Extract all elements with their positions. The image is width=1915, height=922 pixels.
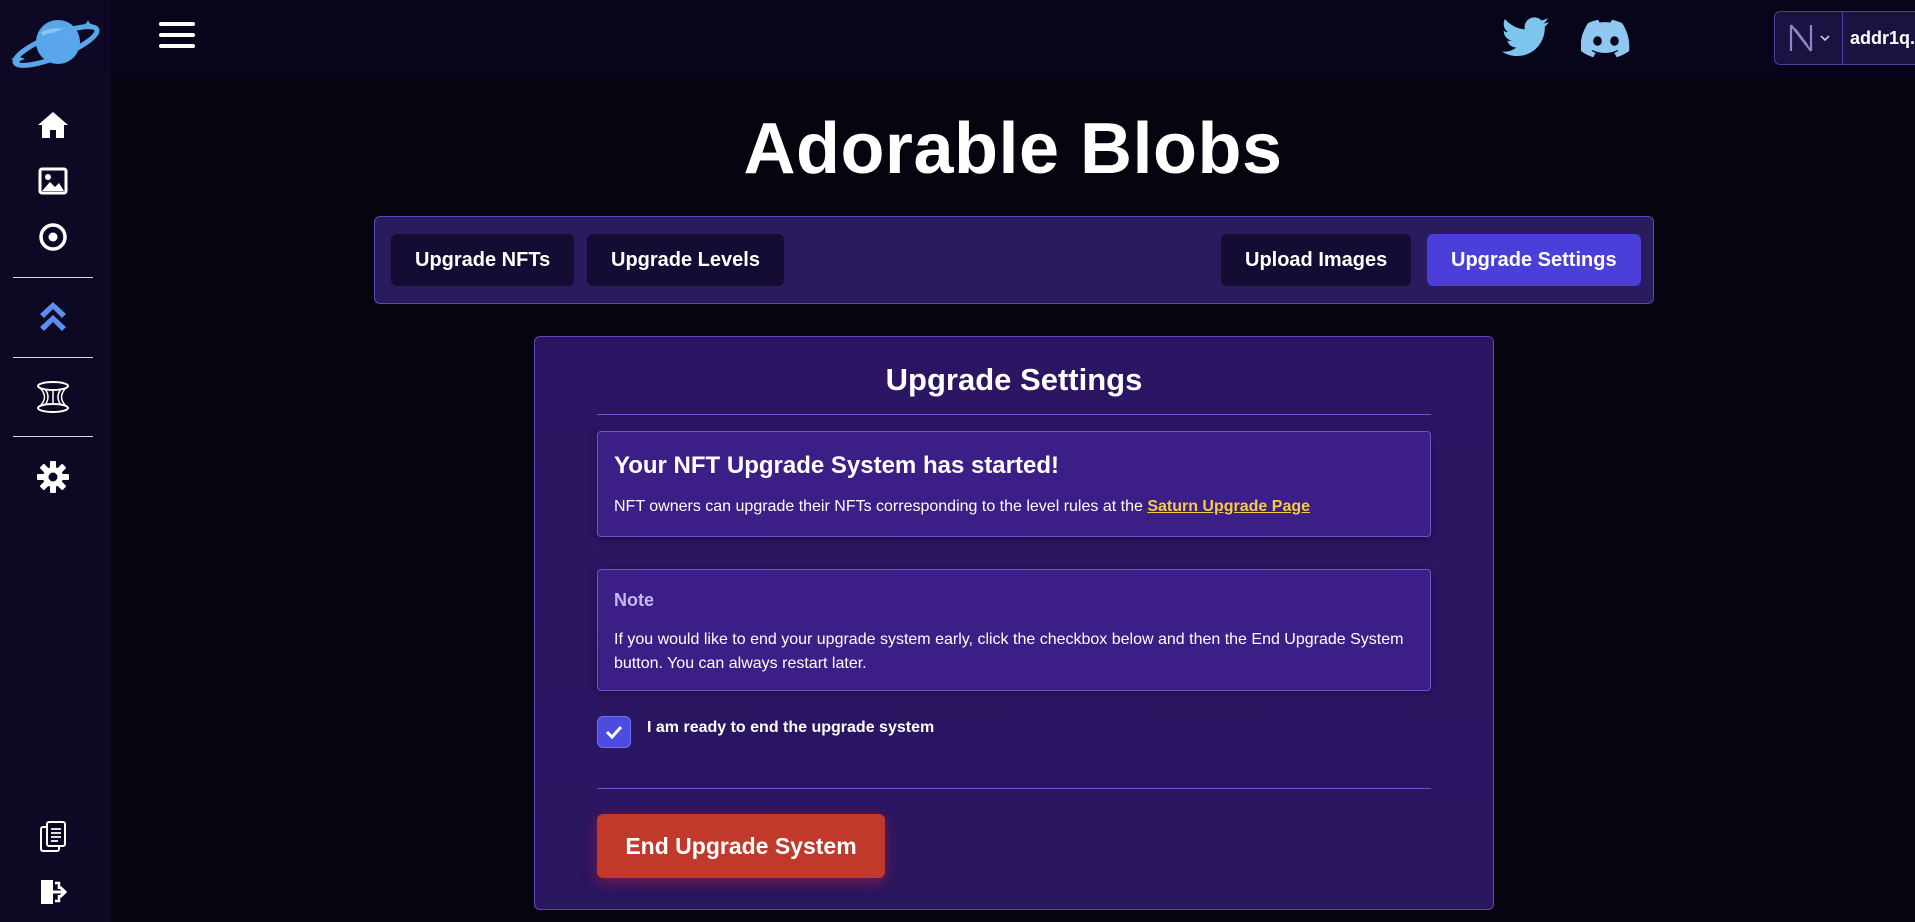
wormhole-icon[interactable] (36, 380, 70, 414)
checkbox-label: I am ready to end the upgrade system (647, 719, 935, 736)
home-icon[interactable] (36, 108, 70, 142)
target-icon[interactable] (36, 220, 70, 254)
tab-bar: Upgrade NFTs Upgrade Levels Upload Image… (374, 216, 1654, 304)
twitter-icon[interactable] (1501, 17, 1551, 59)
end-upgrade-system-button[interactable]: End Upgrade System (597, 814, 885, 878)
status-text: NFT owners can upgrade their NFTs corres… (614, 498, 1310, 516)
logout-icon[interactable] (36, 875, 70, 909)
status-description: NFT owners can upgrade their NFTs corres… (614, 498, 1143, 515)
wallet-address: addr1q...whpg (1849, 27, 1915, 48)
note-text: If you would like to end your upgrade sy… (614, 631, 1404, 672)
end-confirm-checkbox[interactable] (597, 716, 631, 748)
documents-icon[interactable] (36, 820, 70, 854)
sidebar (0, 0, 111, 922)
wallet-selector[interactable] (1775, 12, 1843, 64)
sidebar-divider (13, 436, 93, 437)
tab-upgrade-levels[interactable]: Upgrade Levels (587, 234, 784, 286)
wallet-connect-button[interactable]: addr1q...whpg (1774, 11, 1915, 65)
sidebar-divider (13, 357, 93, 358)
panel-title: Upgrade Settings (885, 362, 1143, 397)
saturn-upgrade-page-link[interactable]: Saturn Upgrade Page (1147, 498, 1310, 515)
checkmark-icon (605, 725, 623, 739)
note-box: Note If you would like to end your upgra… (597, 569, 1431, 691)
status-alert: Your NFT Upgrade System has started! NFT… (597, 431, 1431, 537)
discord-icon[interactable] (1581, 17, 1631, 59)
tab-upload-images[interactable]: Upload Images (1221, 234, 1412, 286)
sidebar-divider (13, 277, 93, 278)
tab-upgrade-settings[interactable]: Upgrade Settings (1427, 234, 1641, 286)
top-header: addr1q...whpg (111, 0, 1915, 78)
app-root: addr1q...whpg Adorable Blobs Upgrade NFT… (0, 0, 1915, 922)
saturn-logo-icon[interactable] (8, 12, 100, 72)
image-icon[interactable] (36, 164, 70, 198)
panel-divider (597, 414, 1431, 415)
panel-divider (597, 788, 1431, 789)
note-label: Note (614, 590, 654, 610)
page-title: Adorable Blobs (743, 109, 1283, 189)
nami-wallet-icon (1789, 24, 1812, 52)
hamburger-menu-icon[interactable] (159, 22, 195, 52)
chevron-down-icon (1819, 35, 1830, 42)
tab-upgrade-nfts[interactable]: Upgrade NFTs (391, 234, 575, 286)
upgrade-chevrons-icon[interactable] (36, 300, 70, 334)
gear-icon[interactable] (36, 460, 70, 494)
status-heading: Your NFT Upgrade System has started! (614, 452, 1059, 479)
upgrade-settings-panel: Upgrade Settings Your NFT Upgrade System… (534, 336, 1494, 910)
